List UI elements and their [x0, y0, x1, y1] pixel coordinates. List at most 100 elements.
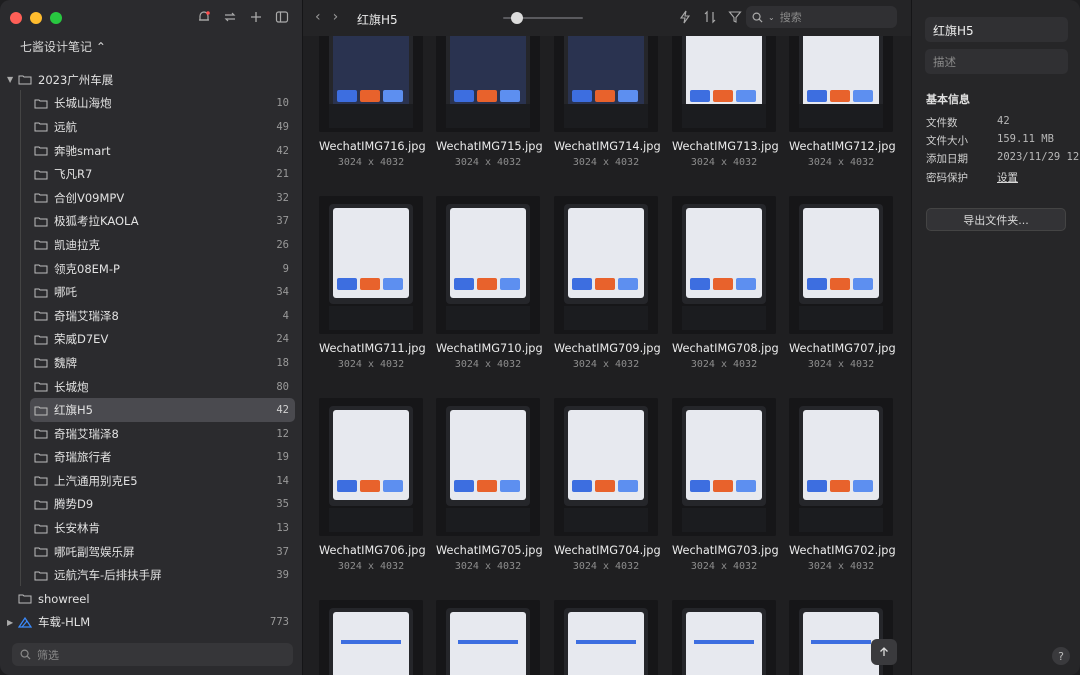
image-thumbnail[interactable] [436, 600, 540, 675]
file-thumbnail-card[interactable]: WechatIMG702.jpg 3024 x 4032 [789, 398, 896, 572]
file-thumbnail-card[interactable]: WechatIMG705.jpg 3024 x 4032 [436, 398, 543, 572]
folder-count: 39 [276, 569, 289, 582]
chevron-down-icon[interactable]: ⌄ [768, 13, 775, 22]
image-thumbnail[interactable] [554, 196, 658, 334]
folder-row-hlm[interactable]: ▶ 车载-HLM 773 [0, 611, 303, 635]
image-thumbnail[interactable] [672, 32, 776, 132]
sidebar-folder-item[interactable]: 极狐考拉KAOLA 37 [0, 210, 303, 234]
image-thumbnail[interactable] [436, 398, 540, 536]
sidebar-folder-item[interactable]: 哪吒 34 [0, 280, 303, 304]
folder-name-field[interactable]: 红旗H5 [925, 17, 1068, 42]
sidebar-folder-item[interactable]: 红旗H5 42 [30, 398, 295, 422]
sidebar-folder-item[interactable]: 领克08EM-P 9 [0, 257, 303, 281]
chevron-down-icon[interactable]: ▼ [7, 75, 13, 84]
folder-row-showreel[interactable]: showreel [0, 587, 303, 611]
image-thumbnail[interactable] [436, 32, 540, 132]
file-thumbnail-card[interactable]: WechatIMG706.jpg 3024 x 4032 [319, 398, 426, 572]
file-thumbnail-card[interactable]: WechatIMG708.jpg 3024 x 4032 [672, 196, 779, 370]
forward-icon[interactable]: › [333, 9, 339, 25]
sidebar-folder-item[interactable]: 腾势D9 35 [0, 493, 303, 517]
file-thumbnail-card[interactable]: WechatIMG707.jpg 3024 x 4032 [789, 196, 896, 370]
folder-label: 2023广州车展 [38, 72, 114, 87]
file-thumbnail-card[interactable]: WechatIMG710.jpg 3024 x 4032 [436, 196, 543, 370]
sidebar-folder-item[interactable]: 远航 49 [0, 115, 303, 139]
file-thumbnail-card[interactable]: WechatIMG713.jpg 3024 x 4032 [672, 32, 779, 168]
file-thumbnail-card[interactable]: WechatIMG715.jpg 3024 x 4032 [436, 32, 543, 168]
image-thumbnail[interactable] [554, 398, 658, 536]
folder-label: 飞凡R7 [54, 167, 93, 182]
file-thumbnail-card[interactable]: WechatIMG709.jpg 3024 x 4032 [554, 196, 661, 370]
sync-icon[interactable] [222, 9, 238, 25]
file-thumbnail-card[interactable]: WechatIMG714.jpg 3024 x 4032 [554, 32, 661, 168]
search-input[interactable]: ⌄ 搜索 [746, 6, 897, 28]
help-button[interactable]: ? [1052, 647, 1070, 665]
file-thumbnail-card[interactable]: WechatIMG716.jpg 3024 x 4032 [319, 32, 426, 168]
minimize-window-button[interactable] [30, 12, 42, 24]
image-thumbnail[interactable] [319, 196, 423, 334]
chevron-right-icon[interactable]: ▶ [7, 618, 13, 627]
bell-icon[interactable] [196, 9, 212, 25]
maximize-window-button[interactable] [50, 12, 62, 24]
file-dimensions: 3024 x 4032 [572, 561, 640, 572]
sidebar-folder-item[interactable]: 奇瑞艾瑞泽8 12 [0, 422, 303, 446]
folder-icon [34, 122, 48, 132]
folder-icon [18, 75, 32, 85]
export-folder-button[interactable]: 导出文件夹... [926, 208, 1066, 231]
back-icon[interactable]: ‹ [315, 9, 321, 25]
folder-row-2023[interactable]: ▼ 2023广州车展 [0, 68, 303, 92]
sidebar-folder-item[interactable]: 长城山海炮 10 [0, 92, 303, 116]
image-thumbnail[interactable] [554, 32, 658, 132]
image-thumbnail[interactable] [554, 600, 658, 675]
folder-label: 奇瑞艾瑞泽8 [54, 308, 119, 323]
sidebar-folder-item[interactable]: 合创V09MPV 32 [0, 186, 303, 210]
sidebar-folder-item[interactable]: 奇瑞旅行者 19 [0, 446, 303, 470]
file-dimensions: 3024 x 4032 [807, 157, 875, 168]
image-thumbnail[interactable] [789, 398, 893, 536]
sidebar-folder-item[interactable]: 长安林肯 13 [0, 516, 303, 540]
file-dimensions: 3024 x 4032 [572, 157, 640, 168]
info-value: 159.11 MB [997, 133, 1054, 145]
filter-input[interactable]: 筛选 [12, 643, 293, 666]
zoom-slider[interactable] [503, 12, 583, 24]
sidebar-folder-item[interactable]: 长城炮 80 [0, 375, 303, 399]
zoom-slider-knob[interactable] [511, 12, 523, 24]
folder-label: 奇瑞艾瑞泽8 [54, 426, 119, 441]
inspector-panel: 红旗H5 描述 基本信息 文件数 42 文件大小 159.11 MB 添加日期 … [911, 0, 1080, 675]
image-thumbnail[interactable] [789, 32, 893, 132]
image-thumbnail[interactable] [319, 398, 423, 536]
image-thumbnail[interactable] [319, 600, 423, 675]
sort-icon[interactable] [703, 10, 717, 24]
image-thumbnail[interactable] [436, 196, 540, 334]
sidebar-folder-item[interactable]: 凯迪拉克 26 [0, 233, 303, 257]
image-thumbnail[interactable] [789, 196, 893, 334]
sidebar-toggle-icon[interactable] [274, 9, 290, 25]
image-thumbnail[interactable] [672, 398, 776, 536]
password-setup-link[interactable]: 设置 [997, 170, 1018, 185]
sidebar-folder-item[interactable]: 荣威D7EV 24 [0, 328, 303, 352]
sidebar-folder-item[interactable]: 上汽通用别克E5 14 [0, 469, 303, 493]
file-name: WechatIMG716.jpg [319, 140, 426, 153]
image-thumbnail[interactable] [672, 600, 776, 675]
folder-label: 魏牌 [54, 355, 77, 370]
folder-tree: ▼ 2023广州车展 长城山海炮 10 远航 49 奔驰smart 42 飞凡R7 21 合创V… [0, 50, 303, 634]
file-thumbnail-card[interactable]: WechatIMG704.jpg 3024 x 4032 [554, 398, 661, 572]
plus-icon[interactable] [248, 9, 264, 25]
description-field[interactable]: 描述 [925, 49, 1068, 74]
sidebar-folder-item[interactable]: 哪吒副驾娱乐屏 37 [0, 540, 303, 564]
flash-icon[interactable] [678, 10, 692, 24]
close-window-button[interactable] [10, 12, 22, 24]
sidebar-folder-item[interactable]: 奇瑞艾瑞泽8 4 [0, 304, 303, 328]
file-dimensions: 3024 x 4032 [454, 157, 522, 168]
file-thumbnail-card[interactable]: WechatIMG712.jpg 3024 x 4032 [789, 32, 896, 168]
scroll-to-top-button[interactable] [871, 639, 897, 665]
sidebar-folder-item[interactable]: 飞凡R7 21 [0, 162, 303, 186]
sidebar-folder-item[interactable]: 远航汽车-后排扶手屏 39 [0, 563, 303, 587]
image-thumbnail[interactable] [672, 196, 776, 334]
filter-icon[interactable] [728, 10, 742, 24]
file-thumbnail-card[interactable]: WechatIMG703.jpg 3024 x 4032 [672, 398, 779, 572]
file-thumbnail-card[interactable]: WechatIMG711.jpg 3024 x 4032 [319, 196, 426, 370]
sidebar-folder-item[interactable]: 魏牌 18 [0, 351, 303, 375]
folder-icon [34, 99, 48, 109]
image-thumbnail[interactable] [319, 32, 423, 132]
sidebar-folder-item[interactable]: 奔驰smart 42 [0, 139, 303, 163]
